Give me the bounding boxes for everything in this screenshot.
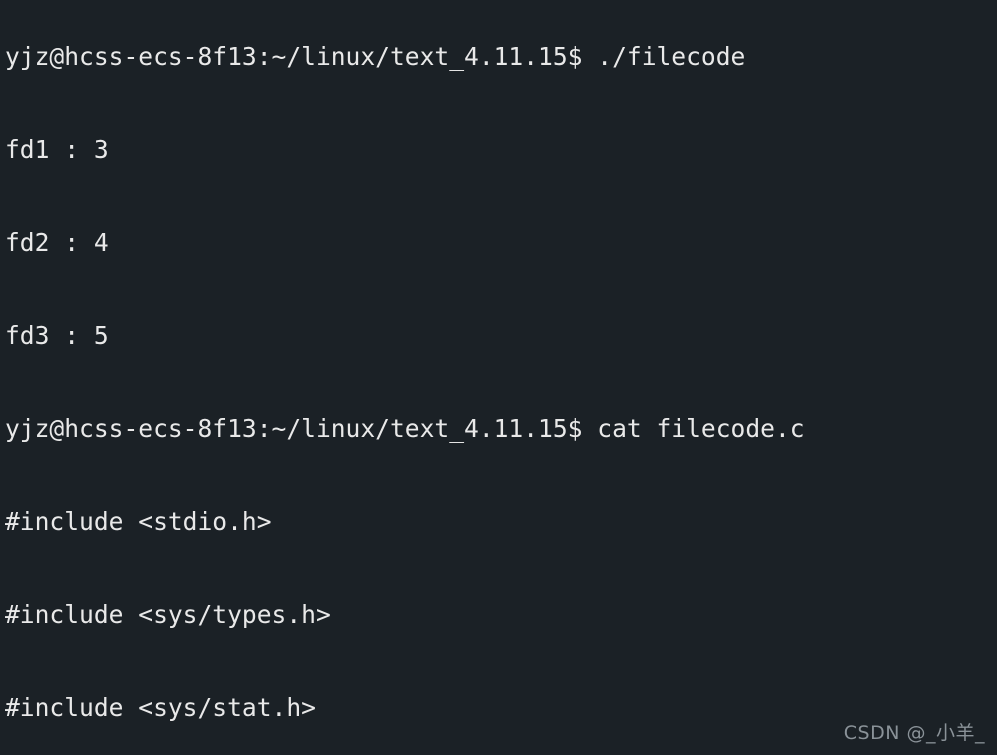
terminal-line: #include <sys/stat.h> — [5, 693, 316, 722]
terminal-line: #include <stdio.h> — [5, 507, 272, 536]
terminal-line: fd3 : 5 — [5, 321, 109, 350]
terminal-line: fd2 : 4 — [5, 228, 109, 257]
terminal-line: yjz@hcss-ecs-8f13:~/linux/text_4.11.15$ … — [5, 42, 746, 71]
terminal-line: yjz@hcss-ecs-8f13:~/linux/text_4.11.15$ … — [5, 414, 805, 443]
terminal-screen[interactable]: yjz@hcss-ecs-8f13:~/linux/text_4.11.15$ … — [5, 0, 908, 755]
terminal-line: #include <sys/types.h> — [5, 600, 331, 629]
terminal-line: fd1 : 3 — [5, 135, 109, 164]
csdn-watermark: CSDN @_小羊_ — [843, 722, 985, 744]
terminal-window[interactable]: yjz@hcss-ecs-8f13:~/linux/text_4.11.15$ … — [0, 0, 997, 755]
